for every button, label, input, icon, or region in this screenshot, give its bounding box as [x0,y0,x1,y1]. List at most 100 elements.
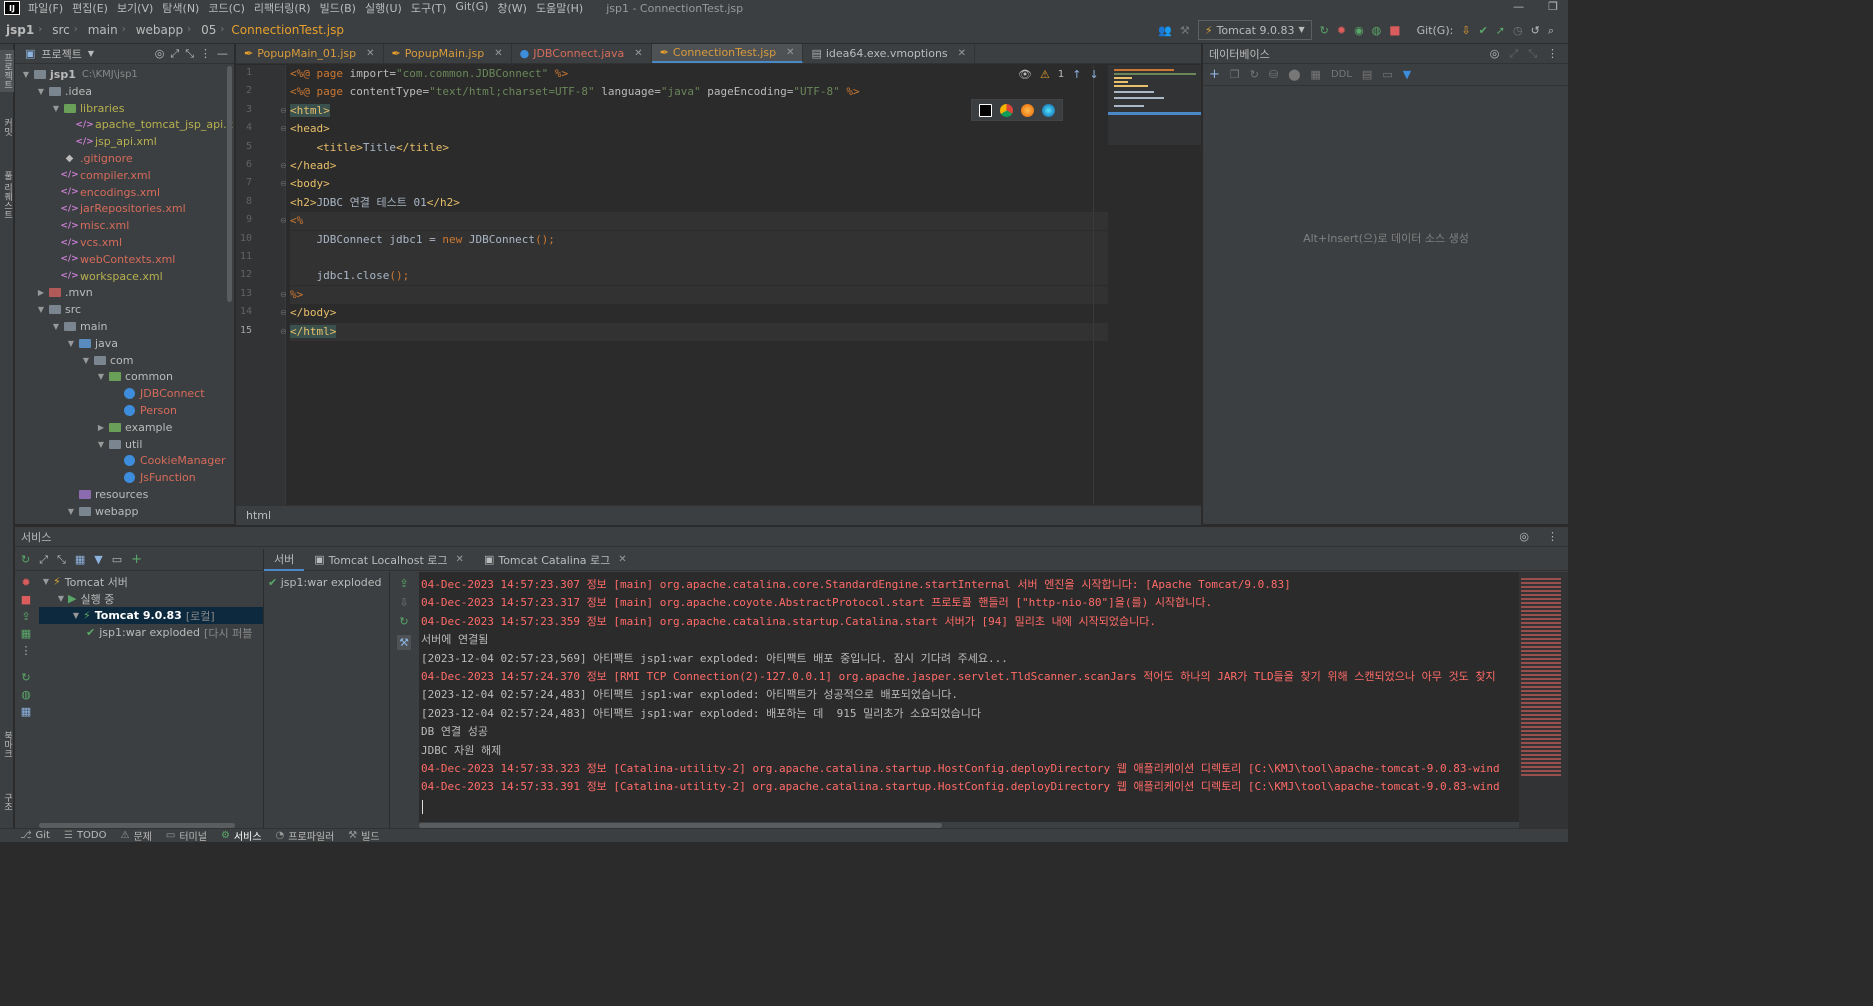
tab-commit[interactable]: 커밋 [0,112,14,142]
menu-item[interactable]: 리팩터링(R) [254,0,311,16]
tree-item[interactable]: </> apache_tomcat_jsp_api.xml [15,116,234,133]
chevron-down-icon[interactable]: ▼ [36,87,46,96]
settings-icon[interactable]: ◎ [1490,48,1500,59]
tool-window-button[interactable]: ⚒ 빌드 [348,829,379,842]
menu-item[interactable]: 편집(E) [72,0,108,16]
service-tree-item[interactable]: ▼ ▶ 실행 중 [39,590,114,607]
refresh-icon[interactable]: ↻ [1250,69,1259,80]
chevron-down-icon[interactable]: ▼ [71,611,81,620]
layout-icon[interactable]: ▦ [21,628,31,639]
collapse-all-icon[interactable]: ⤡ [185,48,194,59]
rollback-icon[interactable]: ↺ [1531,25,1540,36]
copy-icon[interactable]: ❐ [1230,69,1240,80]
git-update-icon[interactable]: ⇩ [1461,25,1470,36]
options-icon[interactable]: ⋮ [1547,531,1558,542]
close-icon[interactable]: ✕ [618,554,626,565]
tree-item[interactable]: ▼ jsp1 C:\KMJ\jsp1 [15,66,138,83]
search-icon[interactable]: ⌕ [1548,25,1554,36]
chevron-down-icon[interactable]: ▼ [81,356,91,365]
service-tree-item[interactable]: ▼ ⚡ Tomcat 서버 [39,573,128,590]
menu-item[interactable]: 빌드(B) [320,0,356,16]
log-tab[interactable]: 서버 [264,549,305,571]
tree-item[interactable]: ▼ .idea [15,83,92,100]
table-icon[interactable]: ▦ [1311,69,1321,80]
chevron-right-icon[interactable]: ▶ [36,288,46,297]
console-output[interactable]: 04-Dec-2023 14:57:23.307 정보 [main] org.a… [419,572,1519,822]
tree-item[interactable]: ▼ com [15,352,134,369]
run-configuration-select[interactable]: ⚡ Tomcat 9.0.83 ▼ [1197,20,1312,40]
menu-item[interactable]: 보기(V) [117,0,153,16]
breadcrumb-item[interactable]: webapp [136,23,183,37]
build-hammer-icon[interactable]: ⚒ [1180,25,1190,36]
tab-structure[interactable]: 구조 [0,784,14,820]
undeploy-icon[interactable]: ⇩ [399,597,408,608]
fold-marker-icon[interactable]: ⊖ [280,216,287,225]
tree-item[interactable]: </> workspace.xml [15,268,162,285]
tool-window-button[interactable]: ⚙ 서비스 [221,829,262,842]
tree-item[interactable]: </> vcs.xml [15,234,122,251]
editor-tab[interactable]: ● JDBConnect.java ✕ [512,44,652,63]
tree-item[interactable]: ▼ util [15,436,142,453]
chevron-down-icon[interactable]: ▼ [96,372,106,381]
previous-highlight-icon[interactable]: ↑ [1072,69,1081,80]
tree-item[interactable]: ▼ libraries [15,100,125,117]
breadcrumb-item[interactable]: src [52,23,70,37]
firefox-icon[interactable] [1021,103,1034,117]
tool-window-button[interactable]: ☰ TODO [64,830,107,841]
rerun-icon[interactable]: ↻ [1320,25,1329,36]
expand-all-icon[interactable]: ⤢ [39,554,48,565]
grid-icon[interactable]: ▦ [21,706,31,717]
deploy-icon[interactable]: ⇪ [399,578,408,589]
chevron-down-icon[interactable]: ▼ [21,70,31,79]
add-icon[interactable]: + [1209,68,1220,81]
deploy-icon[interactable]: ⇪ [21,611,30,622]
tree-item[interactable]: resources [15,486,148,503]
service-tree-item[interactable]: ▼ ⚡ Tomcat 9.0.83 [로컬] [39,607,263,624]
settings-icon[interactable]: ◎ [1519,531,1529,542]
chevron-down-icon[interactable]: ▼ [51,104,61,113]
breadcrumb-item[interactable]: 05 [201,23,216,37]
collapse-all-icon[interactable]: ⤡ [57,554,66,565]
tool-window-button[interactable]: ▭ 터미널 [166,829,207,842]
tree-item[interactable]: Person [15,402,177,419]
chevron-down-icon[interactable]: ▼ [66,507,76,516]
tab-project[interactable]: 프로젝트 [0,50,14,92]
tree-item[interactable]: CookieManager [15,452,226,469]
options-icon[interactable]: ⋮ [1547,48,1558,59]
close-icon[interactable]: ✕ [456,554,464,565]
restart-icon[interactable]: ↻ [21,672,30,683]
tree-item[interactable]: ◆ .gitignore [15,150,133,167]
editor-tab[interactable]: ✒ ConnectionTest.jsp ✕ [651,44,804,63]
log-tab[interactable]: ▣ Tomcat Catalina 로그 ✕ [474,549,637,571]
git-history-icon[interactable]: ◷ [1513,25,1523,36]
tool-window-button[interactable]: ⎇ Git [20,830,50,841]
project-panel-title[interactable]: 프로젝트 [41,46,81,62]
project-scrollbar[interactable] [227,66,232,302]
tree-item[interactable]: ▼ common [15,368,173,385]
close-icon[interactable]: ✕ [366,48,374,59]
tree-item[interactable]: </> encodings.xml [15,184,160,201]
build-icon[interactable]: ⚒ [397,635,411,650]
chevron-right-icon[interactable]: ▶ [96,423,106,432]
service-tree-item[interactable]: ✔ jsp1:war exploded [다시 퍼블 [39,624,252,641]
breadcrumb-item[interactable]: main [88,23,118,37]
stop-icon[interactable]: ■ [1389,24,1400,36]
chevron-down-icon[interactable]: ▼ [51,322,61,331]
expand-icon[interactable]: ⤢ [1509,48,1518,59]
deployment-item[interactable]: ✔ jsp1:war exploded [268,576,382,589]
code-editor[interactable]: 1 2 3 ⊖ 4 ⊖ 5 6 ⊖ 7 ⊖ 8 9 ⊖ 10 11 12 13 ⊖ 14 ⊖ 15 ⊖ <%@ page i… [236,65,1201,505]
tab-pull-requests[interactable]: 풀 리퀘스트 [0,164,14,226]
close-icon[interactable]: ✕ [494,48,502,59]
tab-bookmarks[interactable]: 북마크 [0,724,14,764]
menu-item[interactable]: 도움말(H) [536,0,583,16]
console-icon[interactable]: ▭ [1382,69,1392,80]
collapse-icon[interactable]: ⤡ [1528,48,1537,59]
add-service-icon[interactable]: + [131,553,142,566]
warning-icon[interactable]: ⚠ [1040,69,1050,80]
status-crumb[interactable]: html [246,509,271,522]
git-commit-icon[interactable]: ✔ [1479,25,1488,36]
close-icon[interactable]: ✕ [958,48,966,59]
tree-item[interactable]: </> webContexts.xml [15,251,175,268]
chevron-down-icon[interactable]: ▼ [41,577,51,586]
new-tab-icon[interactable]: ▭ [112,554,122,565]
